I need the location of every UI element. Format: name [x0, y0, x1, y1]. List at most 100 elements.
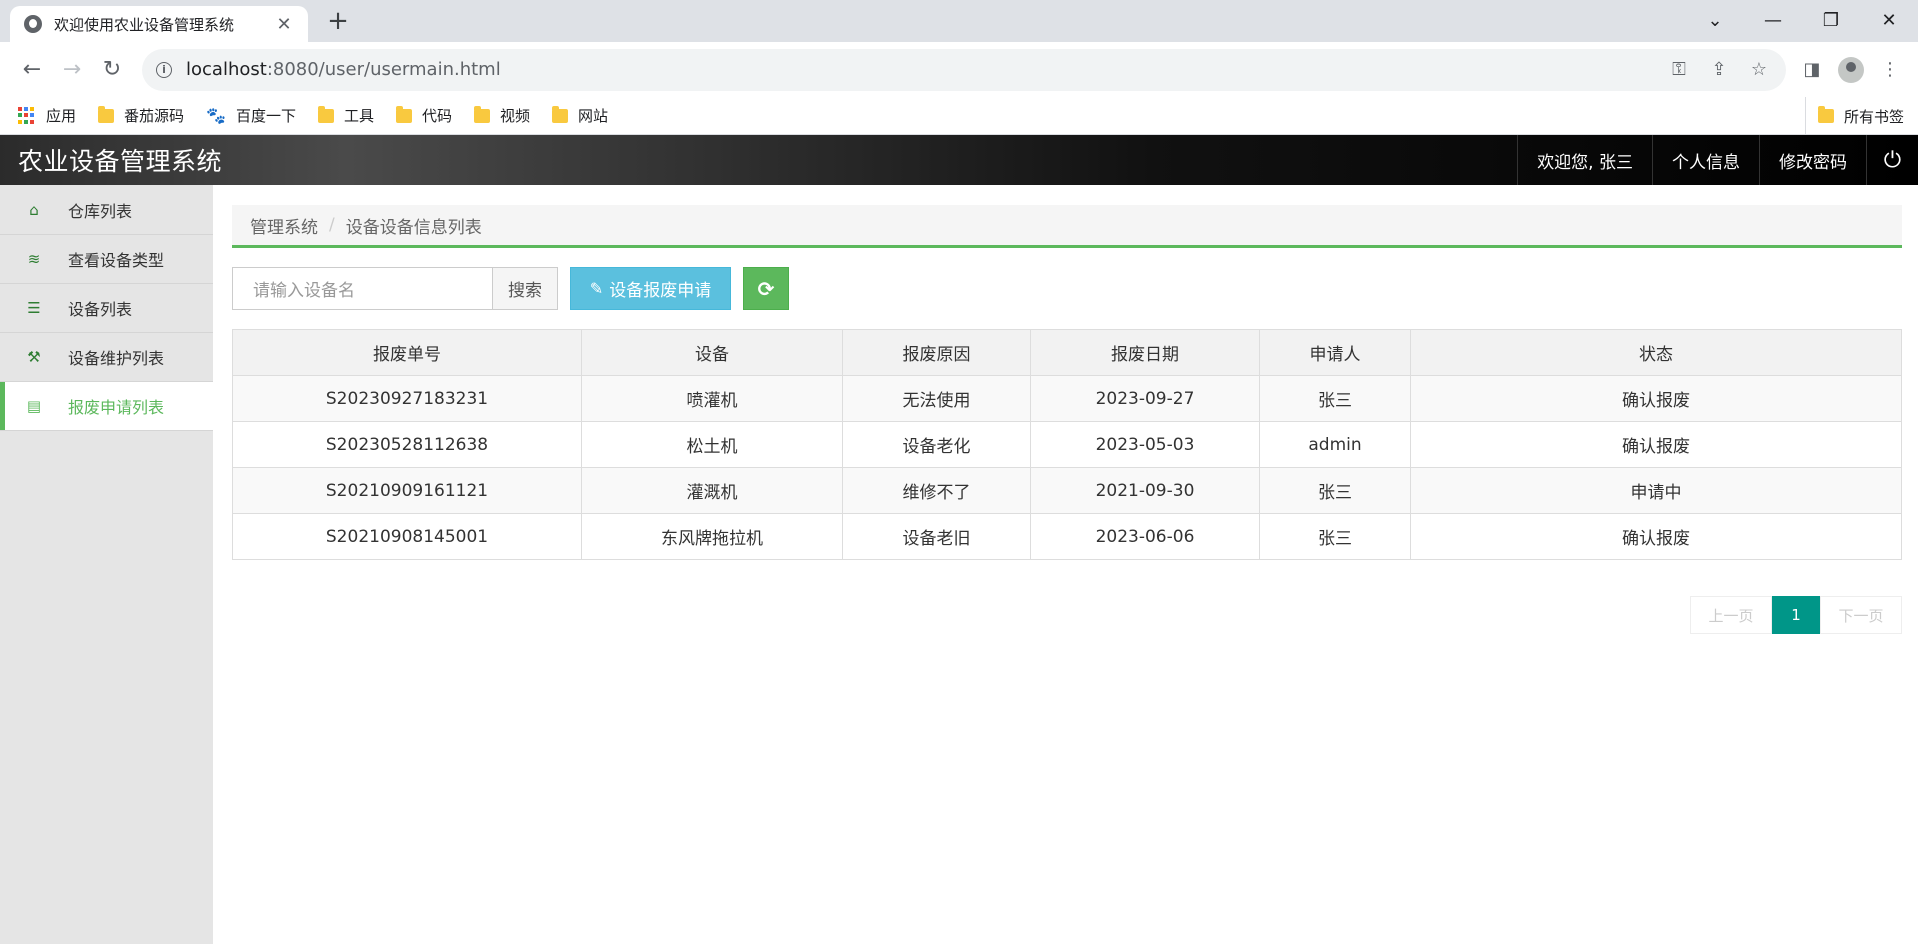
breadcrumb-root[interactable]: 管理系统: [250, 213, 318, 238]
url-text: localhost:8080/user/usermain.html: [186, 59, 501, 80]
table-row: S20230528112638 松土机 设备老化 2023-05-03 admi…: [232, 421, 1902, 468]
col-header: 报废原因: [842, 329, 1031, 376]
breadcrumb-separator: /: [329, 215, 335, 235]
scrap-apply-button[interactable]: ✎ 设备报废申请: [570, 267, 731, 310]
sidebar-item-label: 设备列表: [68, 300, 133, 319]
table-cell: 确认报废: [1410, 513, 1902, 560]
col-header: 报废日期: [1030, 329, 1260, 376]
sidebar-item-label: 报废申请列表: [68, 398, 165, 417]
bookmark-fanqie[interactable]: 番茄源码: [98, 105, 184, 126]
power-icon[interactable]: ⏻: [1866, 135, 1918, 185]
breadcrumb: 管理系统 / 设备设备信息列表: [232, 205, 1902, 248]
all-bookmarks[interactable]: 所有书签: [1804, 97, 1904, 135]
table-row: S20210909161121 灌溉机 维修不了 2021-09-30 张三 申…: [232, 467, 1902, 514]
sidebar-item-label: 设备维护列表: [68, 349, 165, 368]
next-page-button[interactable]: 下一页: [1820, 596, 1902, 634]
sidebar-item-warehouse-list[interactable]: ⌂ 仓库列表: [0, 186, 213, 235]
table-cell: 确认报废: [1410, 375, 1902, 422]
col-header: 申请人: [1259, 329, 1411, 376]
browser-tab[interactable]: 欢迎使用农业设备管理系统 ✕: [10, 6, 308, 42]
table-cell: 维修不了: [842, 467, 1031, 514]
menu-kebab-icon[interactable]: ⋮: [1874, 54, 1906, 86]
prev-page-button[interactable]: 上一页: [1690, 596, 1772, 634]
refresh-icon[interactable]: ⟳: [743, 267, 789, 310]
search-input[interactable]: 请输入设备名: [232, 267, 492, 310]
close-window-icon[interactable]: ✕: [1860, 0, 1918, 40]
browser-toolbar: ← → ↻ i localhost:8080/user/usermain.htm…: [0, 42, 1918, 97]
bookmark-video[interactable]: 视频: [474, 105, 530, 126]
table-cell: 东风牌拖拉机: [581, 513, 843, 560]
table-cell: 灌溉机: [581, 467, 843, 514]
app-header: 农业设备管理系统 欢迎您, 张三 个人信息 修改密码 ⏻: [0, 135, 1918, 185]
change-password-link[interactable]: 修改密码: [1759, 135, 1866, 185]
star-icon[interactable]: ☆: [1746, 59, 1772, 80]
table-cell: 张三: [1259, 467, 1411, 514]
tab-title: 欢迎使用农业设备管理系统: [54, 15, 235, 34]
table-cell: S20210908145001: [232, 513, 582, 560]
bookmark-tools[interactable]: 工具: [317, 105, 374, 126]
profile-avatar-icon[interactable]: [1838, 56, 1864, 83]
reload-icon[interactable]: ↻: [92, 50, 132, 90]
minimize-icon[interactable]: —: [1744, 0, 1802, 40]
table-header-row: 报废单号 设备 报废原因 报废日期 申请人 状态: [232, 329, 1902, 376]
folder-icon: [1817, 106, 1834, 123]
table-cell: 无法使用: [842, 375, 1031, 422]
list-icon: ☰: [27, 299, 41, 317]
edit-icon: ✎: [589, 279, 604, 298]
apps-icon: [18, 106, 36, 125]
close-tab-icon[interactable]: ✕: [274, 14, 294, 35]
key-icon[interactable]: ⚿: [1666, 59, 1692, 80]
bookmark-code[interactable]: 代码: [395, 105, 452, 126]
search-button[interactable]: 搜索: [492, 267, 558, 310]
sidebar-item-device-list[interactable]: ☰ 设备列表: [0, 284, 213, 333]
col-header: 报废单号: [232, 329, 582, 376]
table-row: S20210908145001 东风牌拖拉机 设备老旧 2023-06-06 张…: [232, 513, 1902, 560]
sidepanel-icon[interactable]: ◨: [1796, 54, 1828, 86]
folder-icon: [552, 105, 569, 123]
folder-icon: [98, 105, 115, 123]
new-tab-button[interactable]: +: [324, 6, 352, 36]
site-info-icon[interactable]: i: [156, 61, 172, 78]
share-icon[interactable]: ⇪: [1706, 59, 1732, 80]
folder-icon: [395, 105, 412, 123]
table-cell: 2023-05-03: [1030, 421, 1260, 468]
table-cell: 设备老旧: [842, 513, 1031, 560]
table-cell: 张三: [1259, 513, 1411, 560]
baidu-paw-icon: 🐾: [206, 106, 226, 125]
bookmarks-bar: 应用 番茄源码 🐾 百度一下 工具 代码 视频 网站 所有书签: [0, 97, 1918, 135]
main-content: 管理系统 / 设备设备信息列表 请输入设备名 搜索 ✎ 设备报废申请 ⟳ 报废单…: [213, 185, 1918, 944]
col-header: 设备: [581, 329, 843, 376]
restore-icon[interactable]: ❐: [1802, 0, 1860, 40]
address-bar[interactable]: i localhost:8080/user/usermain.html ⚿ ⇪ …: [142, 48, 1786, 91]
folder-icon: [317, 105, 334, 123]
table-cell: 2021-09-30: [1030, 467, 1260, 514]
page-number-button[interactable]: 1: [1772, 596, 1820, 634]
sidebar-item-device-types[interactable]: ≋ 查看设备类型: [0, 235, 213, 284]
table-cell: 松土机: [581, 421, 843, 468]
sidebar: ⌂ 仓库列表 ≋ 查看设备类型 ☰ 设备列表 ⚒ 设备维护列表 ▤ 报废申请列表: [0, 185, 213, 944]
bookmark-apps[interactable]: 应用: [18, 105, 76, 126]
window-controls: ⌄ — ❐ ✕: [1686, 0, 1918, 40]
globe-icon: [24, 15, 42, 33]
sidebar-item-maintenance-list[interactable]: ⚒ 设备维护列表: [0, 333, 213, 382]
welcome-user-link[interactable]: 欢迎您, 张三: [1517, 135, 1652, 185]
home-icon: ⌂: [29, 201, 39, 219]
table-cell: 2023-09-27: [1030, 375, 1260, 422]
pagination: 上一页 1 下一页: [232, 596, 1902, 634]
scrap-table: 报废单号 设备 报废原因 报废日期 申请人 状态 S20230927183231…: [232, 329, 1902, 560]
profile-link[interactable]: 个人信息: [1652, 135, 1759, 185]
sidebar-item-label: 查看设备类型: [68, 251, 165, 270]
sidebar-item-scrap-requests[interactable]: ▤ 报废申请列表: [0, 382, 213, 431]
table-cell: 喷灌机: [581, 375, 843, 422]
table-cell: S20230927183231: [232, 375, 582, 422]
tab-search-icon[interactable]: ⌄: [1686, 0, 1744, 40]
bookmark-sites[interactable]: 网站: [552, 105, 608, 126]
wrench-icon: ⚒: [27, 348, 41, 366]
forward-icon[interactable]: →: [52, 50, 92, 90]
app-title: 农业设备管理系统: [18, 147, 223, 176]
bookmark-baidu[interactable]: 🐾 百度一下: [206, 105, 296, 126]
table-cell: S20210909161121: [232, 467, 582, 514]
back-icon[interactable]: ←: [12, 50, 52, 90]
database-icon: ≋: [27, 250, 41, 268]
table-cell: 张三: [1259, 375, 1411, 422]
